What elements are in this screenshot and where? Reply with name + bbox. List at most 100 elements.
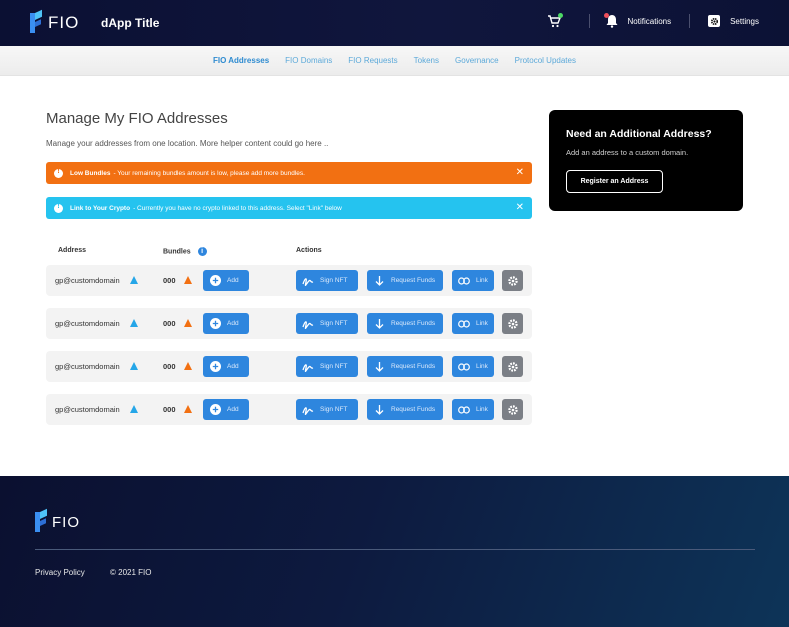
header-actions: Notifications Settings [547,13,759,28]
fio-logo-icon [35,508,47,532]
link-button[interactable]: Link [452,313,494,334]
app-header: FIO dApp Title Notifications Settings [0,0,789,46]
page-subtitle: Manage your addresses from one location.… [46,139,329,148]
address-alert-icon [130,276,138,284]
card-subtitle: Add an address to a custom domain. [566,148,689,157]
alert-message: - Currently you have no crypto linked to… [133,204,342,212]
footer-divider [35,549,755,550]
close-icon[interactable]: ✕ [516,168,524,178]
request-funds-label: Request Funds [391,363,436,370]
link-icon [458,318,470,330]
plus-circle-icon [209,275,221,287]
address-alert-icon [130,405,138,413]
link-button[interactable]: Link [452,356,494,377]
gear-icon [507,404,519,416]
tab-protocol-updates[interactable]: Protocol Updates [507,56,584,65]
sign-nft-label: Sign NFT [320,406,348,413]
add-bundles-button[interactable]: Add [203,356,249,377]
add-bundles-button[interactable]: Add [203,399,249,420]
alert-message: - Your remaining bundles amount is low, … [113,169,305,177]
arrow-down-icon [373,318,385,330]
row-settings-button[interactable] [502,356,523,377]
divider [588,14,590,28]
tab-fio-domains[interactable]: FIO Domains [277,56,340,65]
bundles-warning-icon [184,405,192,413]
plus-circle-icon [209,361,221,373]
arrow-down-icon [373,361,385,373]
link-crypto-alert: Link to Your Crypto - Currently you have… [46,197,532,219]
address-cell: gp@customdomain [55,362,120,371]
row-settings-button[interactable] [502,313,523,334]
request-funds-button[interactable]: Request Funds [367,270,443,291]
request-funds-button[interactable]: Request Funds [367,313,443,334]
bell-icon[interactable] [603,13,618,28]
row-settings-button[interactable] [502,399,523,420]
fio-logo[interactable]: FIO [30,9,79,33]
sign-nft-label: Sign NFT [320,277,348,284]
sign-nft-button[interactable]: Sign NFT [296,313,358,334]
low-bundles-alert: Low Bundles - Your remaining bundles amo… [46,162,532,184]
sign-nft-label: Sign NFT [320,363,348,370]
add-label: Add [227,277,239,284]
gear-icon [507,361,519,373]
cart-icon[interactable] [547,13,563,28]
settings-link[interactable]: Settings [730,17,759,26]
alert-title: Low Bundles [70,169,111,177]
request-funds-label: Request Funds [391,406,436,413]
link-button[interactable]: Link [452,270,494,291]
bundles-warning-icon [184,319,192,327]
main-nav: FIO Addresses FIO Domains FIO Requests T… [0,46,789,76]
settings-gear-icon[interactable] [708,15,721,27]
signature-icon [302,404,314,416]
request-funds-label: Request Funds [391,320,436,327]
bundles-cell: 000 [163,276,176,285]
row-settings-button[interactable] [502,270,523,291]
add-bundles-button[interactable]: Add [203,270,249,291]
column-header-bundles-label: Bundles [163,248,191,256]
notifications-link[interactable]: Notifications [628,17,672,26]
close-icon[interactable]: ✕ [516,203,524,213]
gear-icon [507,275,519,287]
register-address-button[interactable]: Register an Address [566,170,663,193]
tab-fio-addresses[interactable]: FIO Addresses [205,56,277,65]
tab-fio-requests[interactable]: FIO Requests [340,56,405,65]
sign-nft-button[interactable]: Sign NFT [296,356,358,377]
divider [689,14,691,28]
request-funds-button[interactable]: Request Funds [367,356,443,377]
table-row: gp@customdomain 000 Add Sign NFT Request… [46,265,532,296]
sign-nft-button[interactable]: Sign NFT [296,270,358,291]
address-cell: gp@customdomain [55,319,120,328]
bundles-cell: 000 [163,405,176,414]
bundles-warning-icon [184,276,192,284]
request-funds-label: Request Funds [391,277,436,284]
add-bundles-button[interactable]: Add [203,313,249,334]
bundles-info-icon[interactable]: i [197,247,207,256]
footer-logo[interactable]: FIO [35,508,80,532]
signature-icon [302,275,314,287]
bundles-cell: 000 [163,319,176,328]
sign-nft-button[interactable]: Sign NFT [296,399,358,420]
fio-logo-icon [30,9,42,33]
add-label: Add [227,320,239,327]
tab-governance[interactable]: Governance [447,56,507,65]
arrow-down-icon [373,275,385,287]
tab-tokens[interactable]: Tokens [406,56,447,65]
address-cell: gp@customdomain [55,405,120,414]
footer-logo-text: FIO [52,513,80,531]
alert-title: Link to Your Crypto [70,204,131,212]
info-icon [54,203,63,213]
link-button[interactable]: Link [452,399,494,420]
link-icon [458,361,470,373]
signature-icon [302,361,314,373]
gear-icon [507,318,519,330]
arrow-down-icon [373,404,385,416]
add-label: Add [227,406,239,413]
link-label: Link [476,406,488,413]
table-row: gp@customdomain 000 Add Sign NFT Request… [46,351,532,382]
request-funds-button[interactable]: Request Funds [367,399,443,420]
signature-icon [302,318,314,330]
privacy-policy-link[interactable]: Privacy Policy [35,568,85,577]
column-header-bundles: Bundles i [163,247,207,256]
address-cell: gp@customdomain [55,276,120,285]
link-label: Link [476,277,488,284]
